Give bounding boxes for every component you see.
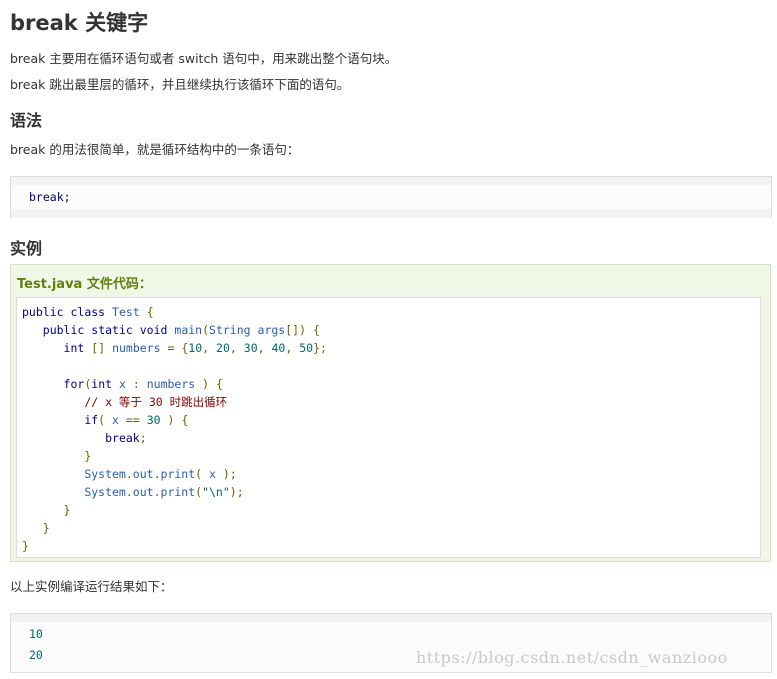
syntax-code-block: break; (10, 176, 772, 218)
example-code-block: public class Test { public static void m… (16, 297, 761, 558)
example-box: Test.java 文件代码： public class Test { publ… (10, 264, 771, 562)
code-line: break; (105, 431, 147, 445)
syntax-description: break 的用法很简单，就是循环结构中的一条语句： (10, 142, 300, 157)
code-line: int [] numbers = {10, 20, 30, 40, 50}; (63, 341, 327, 355)
code-line: } (42, 521, 50, 535)
example-file-title: Test.java 文件代码： (17, 277, 152, 292)
code-line: if( x == 30 ) { (84, 413, 189, 427)
code-line: public class Test { (22, 305, 154, 319)
output-line: 20 (29, 648, 43, 662)
watermark: https://blog.csdn.net/csdn_wanziooo (416, 648, 728, 667)
result-description: 以上实例编译运行结果如下： (10, 579, 173, 594)
code-line: public static void main(String args[]) { (42, 323, 320, 337)
example-heading: 实例 (10, 239, 43, 258)
syntax-code: break; (29, 190, 71, 204)
code-line: // x 等于 30 时跳出循环 (84, 395, 228, 409)
code-band (11, 177, 771, 185)
code-band (11, 209, 771, 218)
intro-paragraph-1: break 主要用在循环语句或者 switch 语句中，用来跳出整个语句块。 (10, 51, 398, 66)
code-line: } (84, 449, 92, 463)
output-line: 10 (29, 627, 43, 641)
code-line: } (63, 503, 71, 517)
page-title: break 关键字 (10, 11, 149, 35)
intro-paragraph-2: break 跳出最里层的循环，并且继续执行该循环下面的语句。 (10, 77, 350, 92)
code-line: for(int x : numbers ) { (63, 377, 223, 391)
code-line: System.out.print( x ); (84, 467, 237, 481)
code-line: System.out.print("\n"); (84, 485, 244, 499)
code-band (11, 614, 771, 622)
syntax-heading: 语法 (10, 111, 43, 130)
code-line: } (22, 539, 29, 553)
